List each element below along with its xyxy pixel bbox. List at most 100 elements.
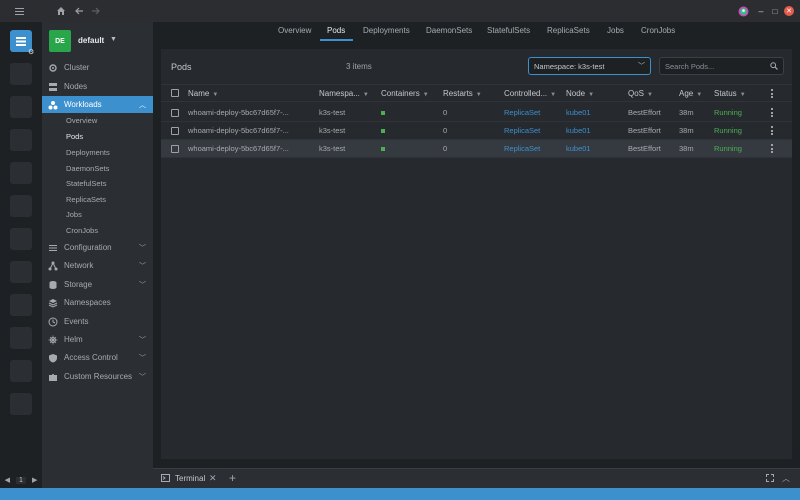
sidebar-subitem-deployments[interactable]: Deployments xyxy=(66,148,110,157)
sidebar-item-events[interactable]: Events xyxy=(42,313,153,330)
pod-node-link[interactable]: kube01 xyxy=(566,126,591,135)
tab-statefulsets[interactable]: StatefulSets xyxy=(487,26,530,35)
row-checkbox[interactable] xyxy=(171,127,179,135)
column-header-containers[interactable]: Containers ▼ xyxy=(381,89,429,98)
table-row[interactable]: whoami-deploy-5bc67d65f7-... k3s-test 0 … xyxy=(161,140,792,158)
sidebar-subitem-daemonsets[interactable]: DaemonSets xyxy=(66,164,109,173)
tab-deployments[interactable]: Deployments xyxy=(363,26,410,35)
table-row[interactable]: whoami-deploy-5bc67d65f7-... k3s-test 0 … xyxy=(161,122,792,140)
select-all-checkbox[interactable] xyxy=(171,89,179,97)
sidebar-item-network[interactable]: Network ﹀ xyxy=(42,257,153,274)
column-header-namespace[interactable]: Namespa... ▼ xyxy=(319,89,369,98)
hotbar-prev-button[interactable]: ◀ xyxy=(5,476,10,484)
pod-controlled-by-link[interactable]: ReplicaSet xyxy=(504,144,540,153)
sidebar-item-nodes[interactable]: Nodes xyxy=(42,78,153,95)
tab-pods[interactable]: Pods xyxy=(327,26,345,35)
item-count: 3 items xyxy=(346,62,372,71)
column-header-status[interactable]: Status ▼ xyxy=(714,89,746,98)
fullscreen-icon[interactable] xyxy=(766,474,774,484)
cluster-selector[interactable]: DE default ▼ xyxy=(42,22,153,60)
column-header-restarts[interactable]: Restarts ▼ xyxy=(443,89,482,98)
hotbar-slot[interactable] xyxy=(10,96,32,118)
row-checkbox[interactable] xyxy=(171,145,179,153)
sidebar-item-helm[interactable]: Helm ﹀ xyxy=(42,331,153,348)
arrow-right-icon[interactable] xyxy=(90,5,102,17)
workloads-icon xyxy=(48,100,58,110)
column-header-controlled-by[interactable]: Controlled... ▼ xyxy=(504,89,556,98)
row-checkbox[interactable] xyxy=(171,109,179,117)
sidebar-item-custom-resources[interactable]: Custom Resources ﹀ xyxy=(42,368,153,385)
sidebar-subitem-overview[interactable]: Overview xyxy=(66,116,97,125)
sidebar-subitem-cronjobs[interactable]: CronJobs xyxy=(66,226,98,235)
gear-icon[interactable]: ⚙ xyxy=(28,48,34,56)
add-tab-button[interactable]: + xyxy=(229,471,236,485)
chevron-up-icon[interactable]: ︿ xyxy=(782,473,790,484)
column-header-qos[interactable]: QoS ▼ xyxy=(628,89,653,98)
sidebar-item-label: Workloads xyxy=(64,100,102,109)
hotbar-slot[interactable] xyxy=(10,360,32,382)
hotbar-slot[interactable] xyxy=(10,195,32,217)
tab-cronjobs[interactable]: CronJobs xyxy=(641,26,675,35)
sidebar-subitem-statefulsets[interactable]: StatefulSets xyxy=(66,179,106,188)
home-icon[interactable] xyxy=(55,5,67,17)
chevron-down-icon: ﹀ xyxy=(139,262,146,270)
tab-replicasets[interactable]: ReplicaSets xyxy=(547,26,590,35)
hotbar-slot[interactable] xyxy=(10,129,32,151)
column-menu-icon[interactable] xyxy=(770,89,774,98)
column-header-name[interactable]: Name ▼ xyxy=(188,89,218,98)
sidebar-subitem-pods[interactable]: Pods xyxy=(66,132,83,141)
chevron-down-icon: ﹀ xyxy=(139,336,146,344)
pod-node-link[interactable]: kube01 xyxy=(566,108,591,117)
hotbar-slot[interactable] xyxy=(10,63,32,85)
minimize-button[interactable]: – xyxy=(756,6,766,16)
table-row[interactable]: whoami-deploy-5bc67d65f7-... k3s-test 0 … xyxy=(161,104,792,122)
sidebar-item-access-control[interactable]: Access Control ﹀ xyxy=(42,349,153,366)
sidebar-item-configuration[interactable]: Configuration ﹀ xyxy=(42,239,153,256)
sidebar-item-label: Events xyxy=(64,317,89,326)
close-window-button[interactable]: ✕ xyxy=(784,6,794,16)
sidebar-subitem-replicasets[interactable]: ReplicaSets xyxy=(66,195,106,204)
sidebar-item-cluster[interactable]: Cluster xyxy=(42,59,153,76)
sidebar-subitem-jobs[interactable]: Jobs xyxy=(66,210,82,219)
hotbar-slot[interactable] xyxy=(10,327,32,349)
main-content: Overview Pods Deployments DaemonSets Sta… xyxy=(153,22,800,468)
terminal-tab[interactable]: Terminal xyxy=(175,474,205,483)
pod-age: 38m xyxy=(679,126,694,135)
search-icon[interactable] xyxy=(770,62,778,72)
row-menu-icon[interactable] xyxy=(770,144,774,153)
sidebar-item-storage[interactable]: Storage ﹀ xyxy=(42,276,153,293)
column-header-node[interactable]: Node ▼ xyxy=(566,89,594,98)
search-input[interactable] xyxy=(665,60,765,72)
sidebar-item-namespaces[interactable]: Namespaces xyxy=(42,294,153,311)
configuration-icon xyxy=(48,243,58,253)
chevron-down-icon: ﹀ xyxy=(139,354,146,362)
hotbar-slot[interactable] xyxy=(10,294,32,316)
pod-controlled-by-link[interactable]: ReplicaSet xyxy=(504,108,540,117)
tab-daemonsets[interactable]: DaemonSets xyxy=(426,26,472,35)
user-avatar-icon[interactable] xyxy=(737,5,749,17)
title-bar: – □ ✕ xyxy=(0,0,800,22)
tab-overview[interactable]: Overview xyxy=(278,26,311,35)
pod-namespace: k3s-test xyxy=(319,144,346,153)
pod-controlled-by-link[interactable]: ReplicaSet xyxy=(504,126,540,135)
hotbar-slot[interactable] xyxy=(10,162,32,184)
hotbar-slot[interactable] xyxy=(10,261,32,283)
close-terminal-button[interactable]: ✕ xyxy=(209,473,217,484)
access-control-icon xyxy=(48,353,58,363)
pod-node-link[interactable]: kube01 xyxy=(566,144,591,153)
nodes-icon xyxy=(48,82,58,92)
maximize-button[interactable]: □ xyxy=(770,6,780,16)
arrow-left-icon[interactable] xyxy=(73,5,85,17)
hotbar-slot[interactable] xyxy=(10,228,32,250)
hotbar-slot[interactable] xyxy=(10,393,32,415)
hamburger-icon[interactable] xyxy=(13,5,25,17)
hotbar-next-button[interactable]: ▶ xyxy=(32,476,37,484)
column-header-age[interactable]: Age ▼ xyxy=(679,89,702,98)
tab-jobs[interactable]: Jobs xyxy=(607,26,624,35)
row-menu-icon[interactable] xyxy=(770,108,774,117)
namespace-select[interactable]: Namespace: k3s-test ﹀ xyxy=(528,57,651,75)
events-icon xyxy=(48,317,58,327)
row-menu-icon[interactable] xyxy=(770,126,774,135)
pods-panel: Pods 3 items Namespace: k3s-test ﹀ Name▼… xyxy=(161,49,792,459)
sidebar-item-workloads[interactable]: Workloads ︿ xyxy=(42,96,153,113)
